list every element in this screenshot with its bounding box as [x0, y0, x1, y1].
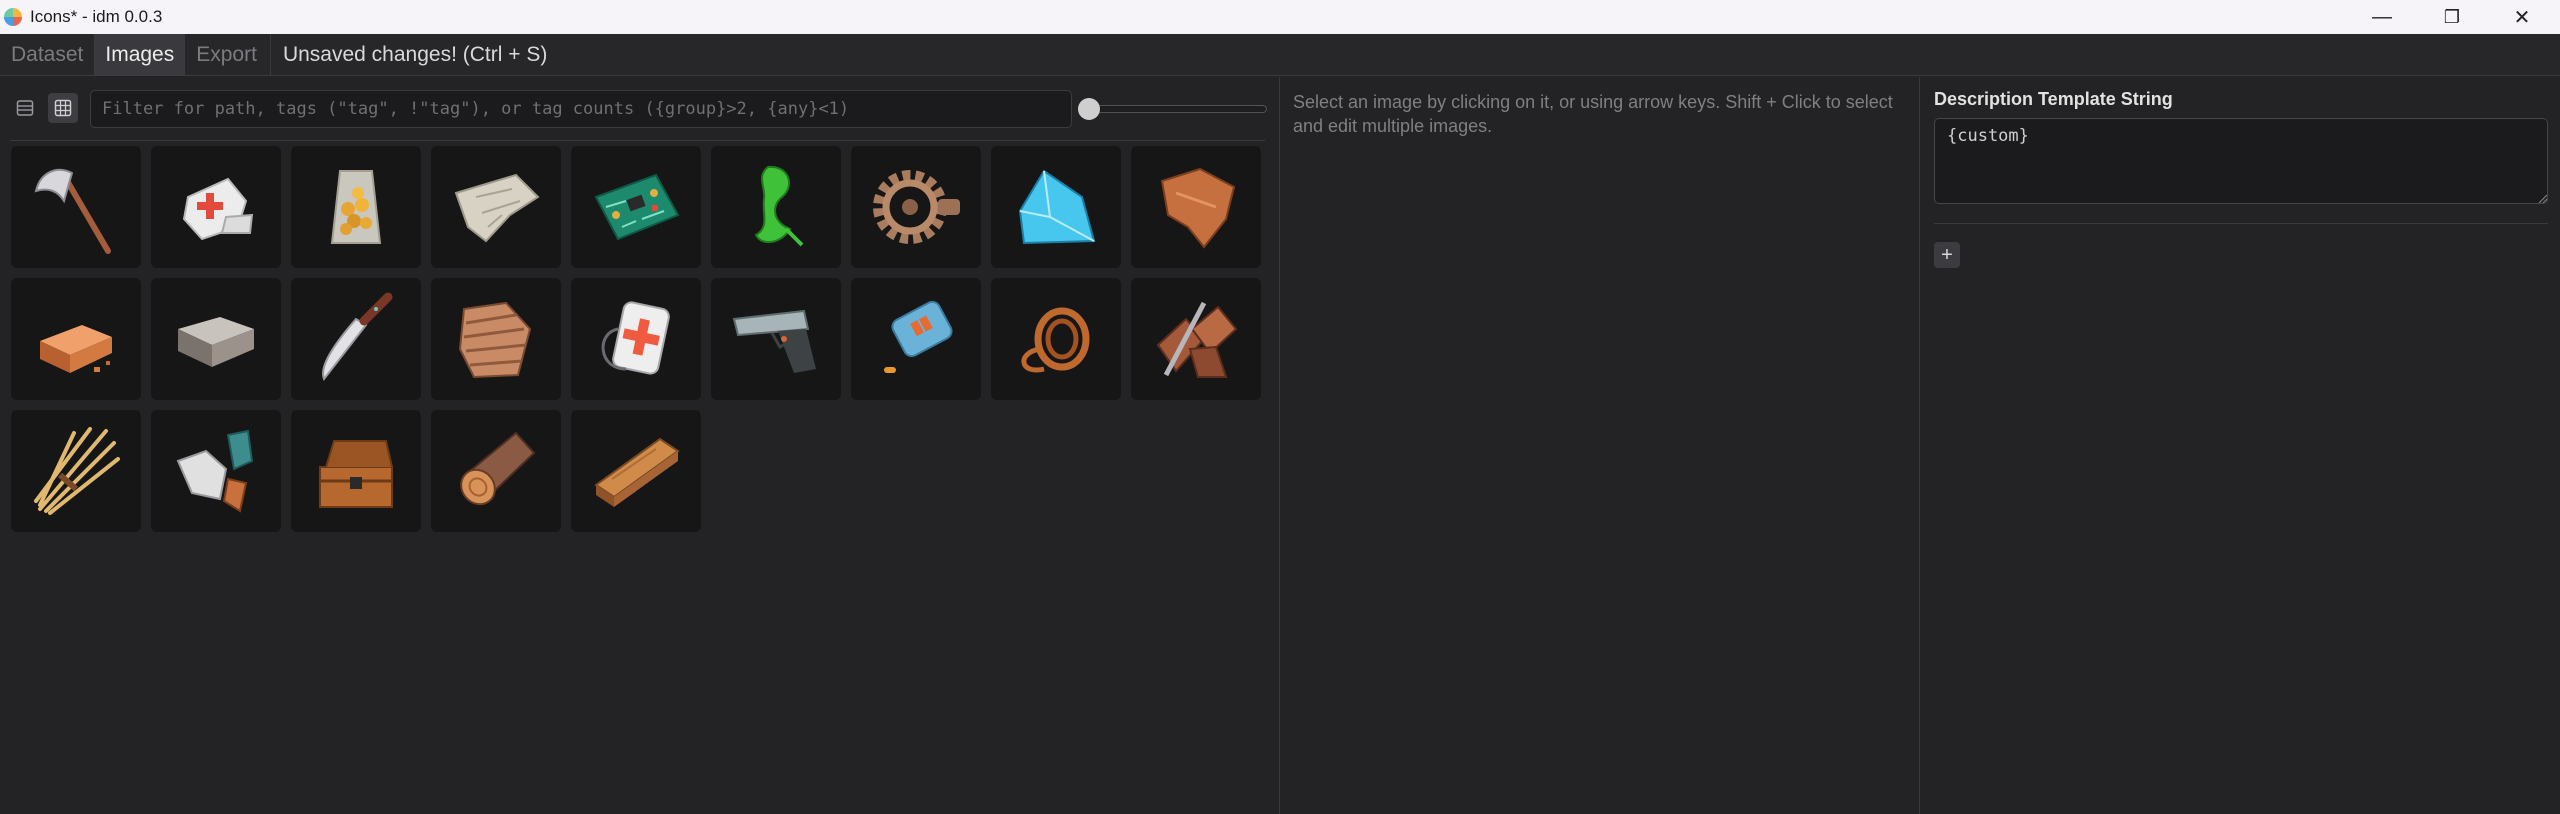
scrap-pile-icon — [1156, 301, 1238, 378]
minimize-button[interactable]: — — [2347, 0, 2417, 34]
app-icon — [4, 8, 22, 26]
divider — [1934, 223, 2548, 224]
chip-bag-icon — [330, 170, 382, 244]
crystal-icon — [1018, 169, 1096, 245]
title-bar: Icons* - idm 0.0.3 — ❐ ✕ — [0, 0, 2560, 34]
sticks-icon — [34, 427, 120, 515]
green-slime-icon — [754, 165, 804, 247]
image-tile[interactable] — [291, 410, 421, 532]
ammo-box-icon — [884, 300, 953, 373]
pistol-icon — [732, 309, 816, 373]
image-tile[interactable] — [571, 146, 701, 268]
resize-grip-icon[interactable] — [2538, 194, 2548, 204]
tab-dataset[interactable]: Dataset — [0, 34, 94, 75]
medkit-icon — [601, 301, 670, 375]
axe-icon — [34, 168, 111, 254]
close-button[interactable]: ✕ — [2487, 0, 2557, 34]
copper-ingot-icon — [40, 325, 112, 373]
image-gallery-panel — [0, 77, 1280, 814]
image-tile[interactable] — [711, 278, 841, 400]
image-tile[interactable] — [991, 278, 1121, 400]
image-tile[interactable] — [1131, 146, 1261, 268]
grid-view-icon — [54, 99, 72, 117]
gallery-toolbar — [10, 89, 1267, 129]
image-tile[interactable] — [11, 146, 141, 268]
grid-view-button[interactable] — [48, 93, 78, 123]
leather-hide-icon — [1160, 167, 1236, 249]
add-button[interactable]: + — [1934, 242, 1960, 268]
description-template-panel: Description Template String {custom} + — [1921, 77, 2560, 814]
image-tile[interactable] — [431, 146, 561, 268]
rope-icon — [1021, 307, 1090, 373]
image-tile[interactable] — [151, 410, 281, 532]
maximize-button[interactable]: ❐ — [2417, 0, 2487, 34]
wooden-chest-icon — [319, 440, 393, 508]
image-tile[interactable] — [571, 278, 701, 400]
iron-ingot-icon — [178, 317, 254, 367]
bandage-icon — [182, 177, 254, 241]
image-tile[interactable] — [851, 278, 981, 400]
image-tile[interactable] — [151, 146, 281, 268]
template-label: Description Template String — [1934, 89, 2173, 109]
tab-export[interactable]: Export — [185, 34, 268, 75]
menu-bar: Dataset Images Export Unsaved changes! (… — [0, 34, 2560, 76]
thumbnail-size-slider[interactable] — [1078, 98, 1273, 120]
image-tile[interactable] — [431, 278, 561, 400]
divider — [10, 140, 1265, 141]
circuit-board-icon — [594, 173, 680, 241]
log-icon — [460, 431, 536, 506]
image-tile[interactable] — [11, 410, 141, 532]
image-grid — [11, 146, 1273, 532]
image-tile[interactable] — [571, 410, 701, 532]
list-view-icon — [16, 100, 34, 116]
leather-stack-icon — [458, 301, 532, 379]
image-tile[interactable] — [291, 146, 421, 268]
image-tile[interactable] — [991, 146, 1121, 268]
list-view-button[interactable] — [10, 93, 40, 123]
cloth-icon — [454, 173, 540, 243]
stone-icon — [176, 429, 254, 513]
image-tile[interactable] — [1131, 278, 1261, 400]
image-tile[interactable] — [291, 278, 421, 400]
unsaved-changes-status[interactable]: Unsaved changes! (Ctrl + S) — [269, 34, 547, 75]
knife-icon — [322, 292, 393, 381]
gear-icon — [873, 170, 960, 244]
filter-input[interactable] — [90, 90, 1072, 128]
image-info-panel: Select an image by clicking on it, or us… — [1281, 77, 1920, 814]
slider-track[interactable] — [1084, 105, 1267, 113]
window-title: Icons* - idm 0.0.3 — [30, 7, 163, 26]
selection-hint: Select an image by clicking on it, or us… — [1293, 92, 1893, 136]
slider-thumb[interactable] — [1078, 98, 1100, 120]
tab-images[interactable]: Images — [94, 34, 186, 75]
image-tile[interactable] — [851, 146, 981, 268]
template-textarea[interactable]: {custom} — [1934, 118, 2548, 204]
image-tile[interactable] — [151, 278, 281, 400]
image-tile[interactable] — [431, 410, 561, 532]
image-tile[interactable] — [711, 146, 841, 268]
image-tile[interactable] — [11, 278, 141, 400]
plank-icon — [594, 437, 680, 507]
